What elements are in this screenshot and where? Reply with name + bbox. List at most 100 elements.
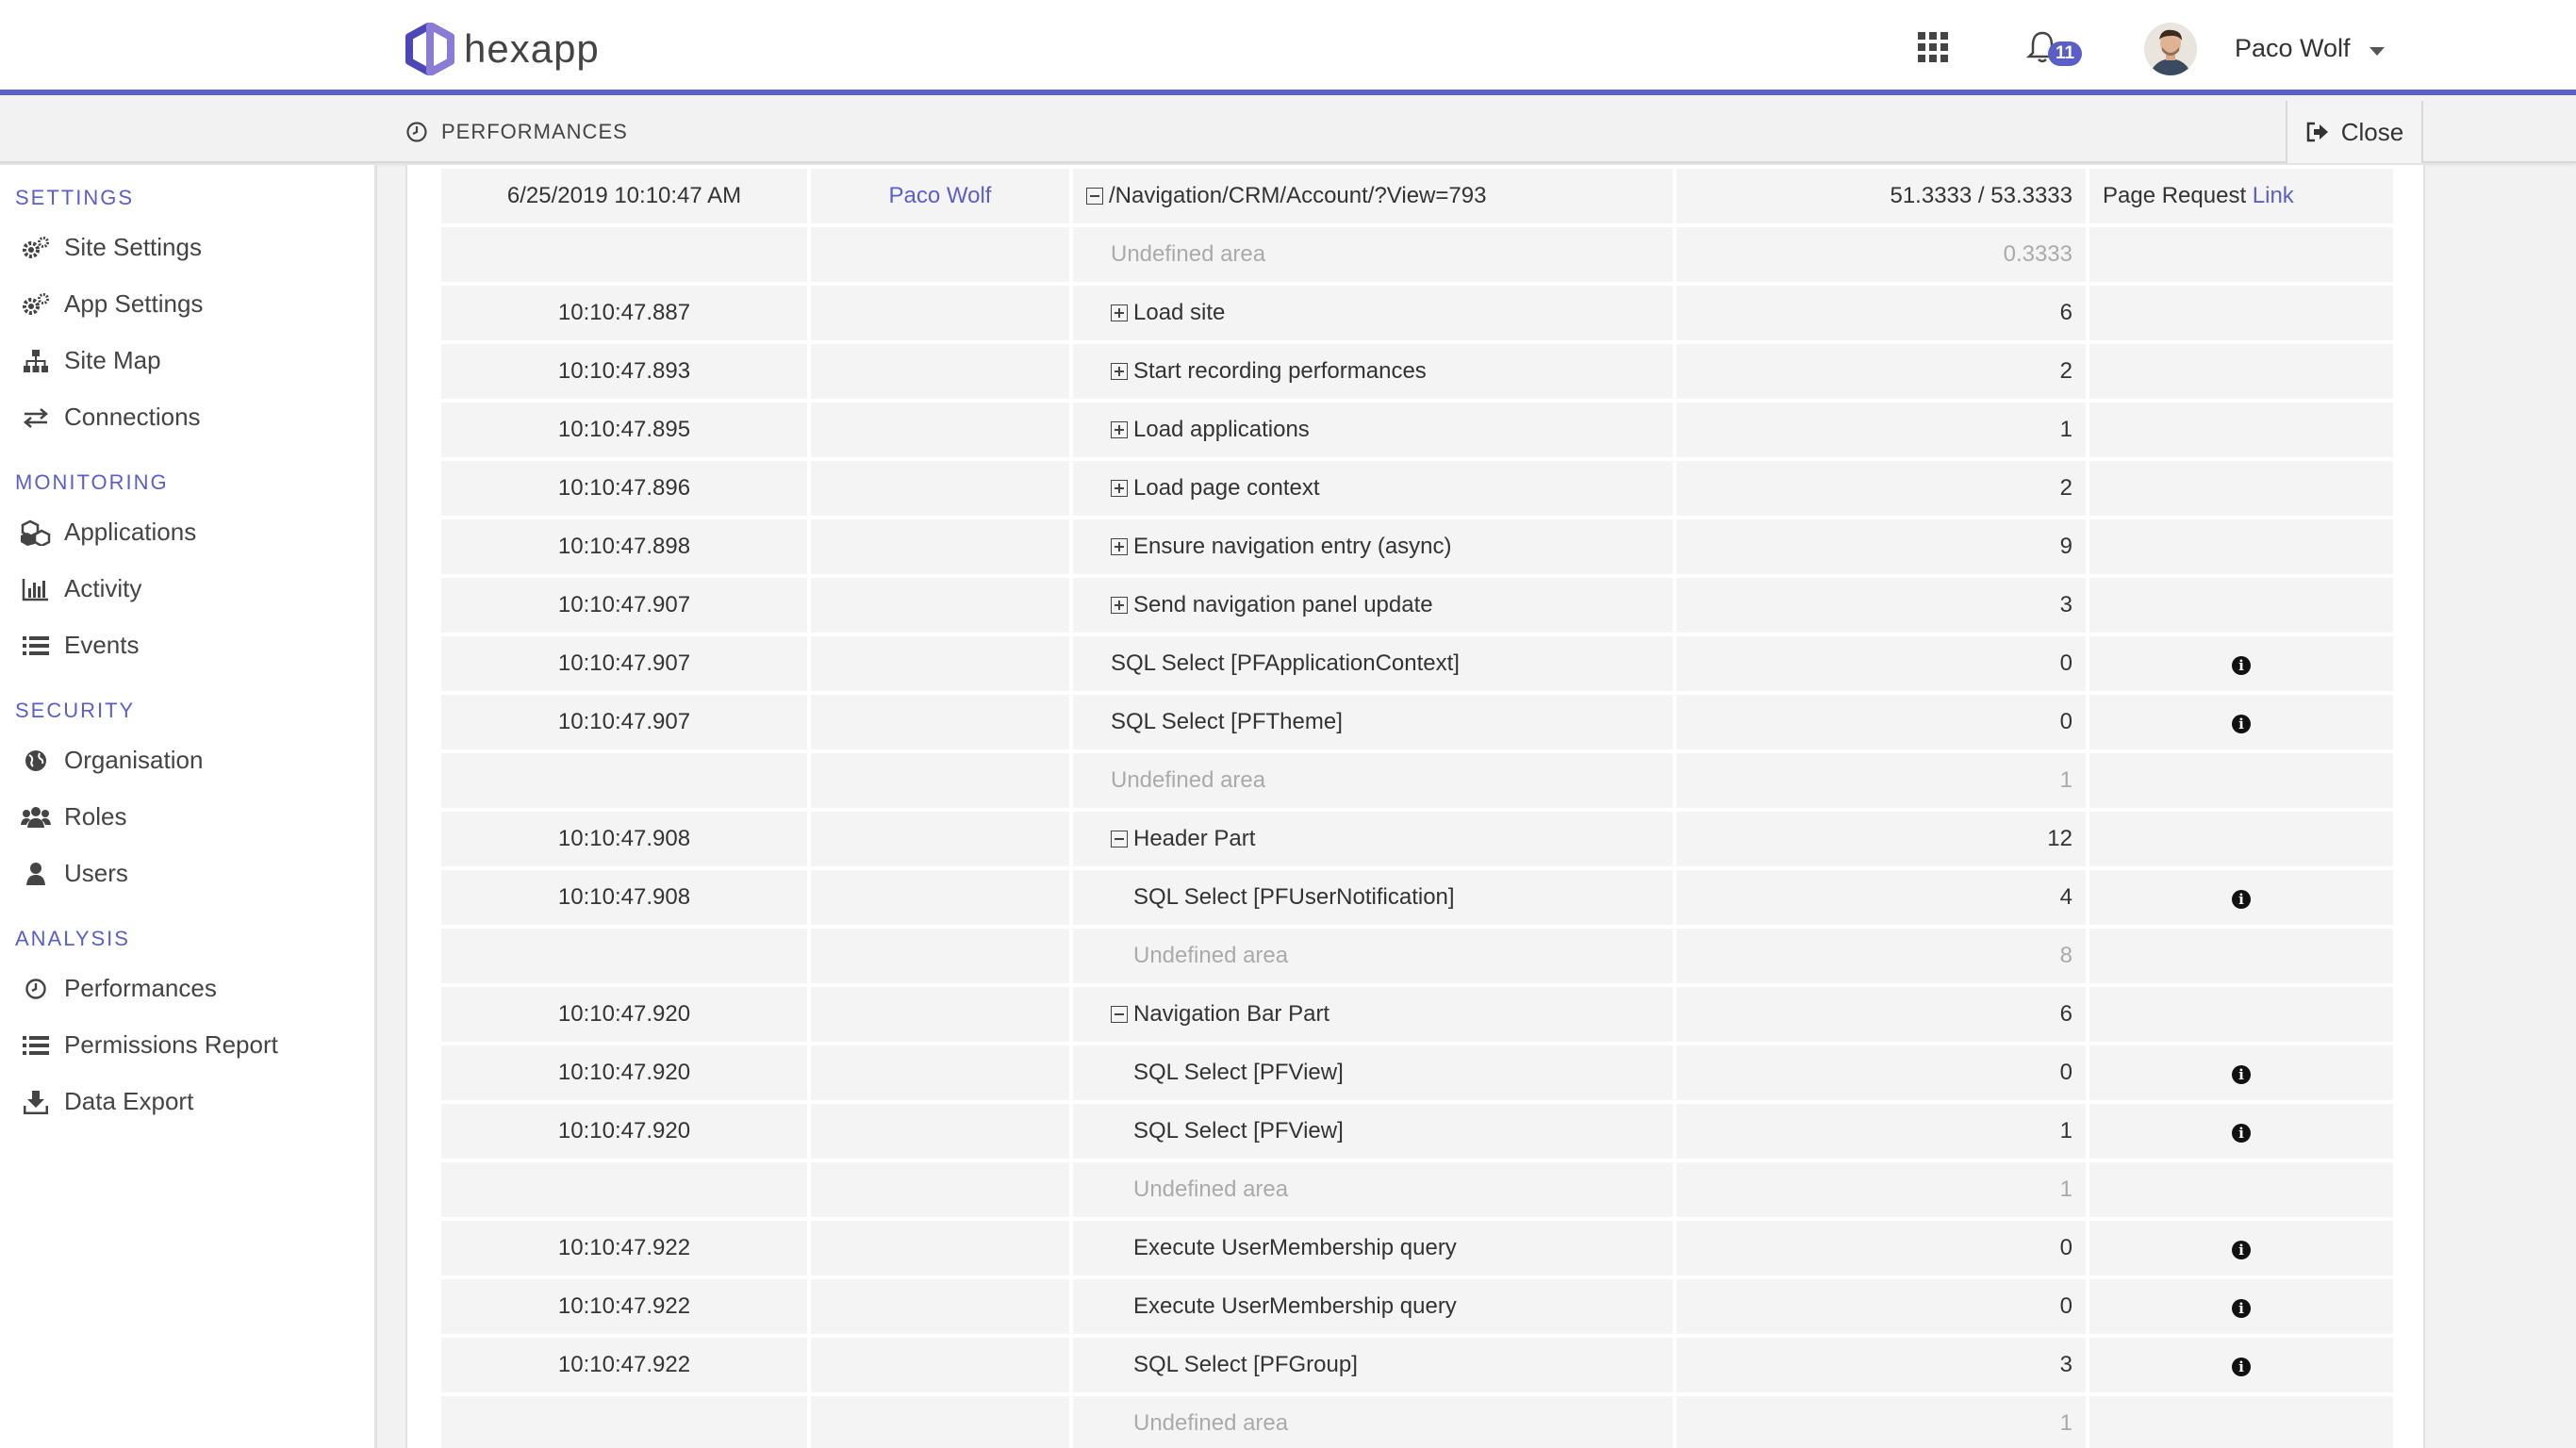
- info-icon[interactable]: i: [2232, 1358, 2251, 1376]
- info-icon[interactable]: i: [2232, 890, 2251, 909]
- collapse-icon[interactable]: [1086, 188, 1103, 205]
- sidebar-item-permissions-report[interactable]: Permissions Report: [21, 1030, 278, 1060]
- bar-chart-icon: [21, 576, 51, 602]
- row-duration: 3: [1676, 578, 2086, 633]
- globe-icon: [21, 748, 51, 774]
- close-button[interactable]: Close: [2286, 101, 2423, 163]
- sidebar-item-performances[interactable]: Performances: [21, 974, 217, 1003]
- info-icon[interactable]: i: [2232, 656, 2251, 675]
- user-name[interactable]: Paco Wolf: [2235, 34, 2351, 63]
- row-details: i: [2089, 870, 2393, 925]
- row-name: SQL Select [PFTheme]: [1111, 709, 1343, 734]
- row-name: Load applications: [1133, 417, 1310, 442]
- row-name-cell: Load applications: [1073, 403, 1673, 457]
- row-details: i: [2089, 636, 2393, 691]
- row-name-cell: SQL Select [PFView]: [1073, 1045, 1673, 1100]
- avatar[interactable]: [2144, 23, 2197, 75]
- row-duration: 9: [1676, 519, 2086, 574]
- row-duration: 0.3333: [1676, 227, 2086, 282]
- request-user[interactable]: Paco Wolf: [889, 183, 992, 208]
- row-details: [2089, 227, 2393, 282]
- row-details: [2089, 987, 2393, 1042]
- row-details: i: [2089, 1279, 2393, 1334]
- sidebar-item-activity[interactable]: Activity: [21, 574, 141, 603]
- row-user: [811, 695, 1069, 749]
- expand-icon[interactable]: [1111, 538, 1128, 555]
- row-name: SQL Select [PFView]: [1133, 1060, 1344, 1085]
- sitemap-icon: [21, 348, 51, 374]
- sidebar-item-organisation[interactable]: Organisation: [21, 746, 203, 775]
- clock-icon: [406, 122, 427, 142]
- hexagon-logo-icon: [405, 23, 454, 75]
- row-time: 10:10:47.920: [441, 1104, 807, 1159]
- cogs-icon: [21, 291, 51, 318]
- row-user: [811, 344, 1069, 399]
- info-icon[interactable]: i: [2232, 1124, 2251, 1143]
- row-user: [811, 753, 1069, 808]
- info-icon[interactable]: i: [2232, 1065, 2251, 1084]
- row-name-cell: Start recording performances: [1073, 344, 1673, 399]
- expand-icon[interactable]: [1111, 421, 1128, 438]
- sidebar-item-connections[interactable]: Connections: [21, 403, 201, 432]
- sidebar: SETTINGS Site Settings App Settings Site…: [0, 165, 377, 1448]
- row-user: [811, 519, 1069, 574]
- info-icon[interactable]: i: [2232, 1241, 2251, 1259]
- row-time: 10:10:47.920: [441, 987, 807, 1042]
- collapse-icon[interactable]: [1111, 831, 1128, 847]
- row-details: [2089, 403, 2393, 457]
- sidebar-item-label: Applications: [64, 518, 197, 546]
- table-row: 10:10:47.895 Load applications 1: [441, 403, 2393, 457]
- row-name: Header Part: [1133, 826, 1256, 851]
- sidebar-item-label: Organisation: [64, 746, 204, 774]
- row-details: [2089, 812, 2393, 866]
- sidebar-section-settings: SETTINGS: [15, 186, 135, 209]
- performance-panel: 6/25/2019 10:10:47 AM Paco Wolf /Navigat…: [405, 165, 2425, 1448]
- request-duration: 51.3333 / 53.3333: [1676, 169, 2086, 223]
- request-user-link[interactable]: Paco Wolf: [811, 169, 1069, 223]
- row-details: i: [2089, 695, 2393, 749]
- sidebar-item-applications[interactable]: Applications: [21, 518, 196, 547]
- table-row: 10:10:47.920 SQL Select [PFView] 1 i: [441, 1104, 2393, 1159]
- info-icon[interactable]: i: [2232, 1299, 2251, 1318]
- row-duration: 12: [1676, 812, 2086, 866]
- page-header-bar: PERFORMANCES Close: [0, 101, 2576, 163]
- row-name-cell: SQL Select [PFTheme]: [1073, 695, 1673, 749]
- row-duration: 6: [1676, 286, 2086, 340]
- table-row: Undefined area 1: [441, 753, 2393, 808]
- row-duration: 1: [1676, 1162, 2086, 1217]
- row-user: [811, 403, 1069, 457]
- row-time: 10:10:47.908: [441, 870, 807, 925]
- row-name-cell: Execute UserMembership query: [1073, 1221, 1673, 1275]
- row-duration: 2: [1676, 461, 2086, 516]
- page-title-text: PERFORMANCES: [441, 120, 628, 143]
- sidebar-item-site-settings[interactable]: Site Settings: [21, 233, 202, 262]
- collapse-icon[interactable]: [1111, 1006, 1128, 1023]
- sidebar-item-app-settings[interactable]: App Settings: [21, 289, 203, 319]
- info-icon[interactable]: i: [2232, 715, 2251, 733]
- expand-icon[interactable]: [1111, 597, 1128, 614]
- row-details: i: [2089, 1104, 2393, 1159]
- chevron-down-icon[interactable]: [2370, 47, 2385, 56]
- request-link[interactable]: Link: [2253, 183, 2294, 208]
- request-path: /Navigation/CRM/Account/?View=793: [1109, 183, 1487, 208]
- request-type-cell: Page Request Link: [2089, 169, 2393, 223]
- row-name: Undefined area: [1133, 1176, 1289, 1202]
- table-row: 10:10:47.887 Load site 6: [441, 286, 2393, 340]
- row-duration: 8: [1676, 929, 2086, 983]
- row-user: [811, 1279, 1069, 1334]
- brand-logo[interactable]: hexapp: [405, 23, 600, 75]
- sidebar-item-users[interactable]: Users: [21, 859, 128, 888]
- sidebar-item-events[interactable]: Events: [21, 631, 140, 660]
- row-duration: 0: [1676, 695, 2086, 749]
- sidebar-item-roles[interactable]: Roles: [21, 802, 126, 831]
- expand-icon[interactable]: [1111, 304, 1128, 321]
- row-duration: 2: [1676, 344, 2086, 399]
- app-grid-icon[interactable]: [1918, 32, 1948, 62]
- sidebar-item-label: Events: [64, 631, 140, 659]
- close-label: Close: [2340, 117, 2404, 146]
- sidebar-item-site-map[interactable]: Site Map: [21, 346, 161, 375]
- row-name-cell: Undefined area: [1073, 1162, 1673, 1217]
- expand-icon[interactable]: [1111, 363, 1128, 380]
- sidebar-item-data-export[interactable]: Data Export: [21, 1087, 193, 1116]
- expand-icon[interactable]: [1111, 480, 1128, 497]
